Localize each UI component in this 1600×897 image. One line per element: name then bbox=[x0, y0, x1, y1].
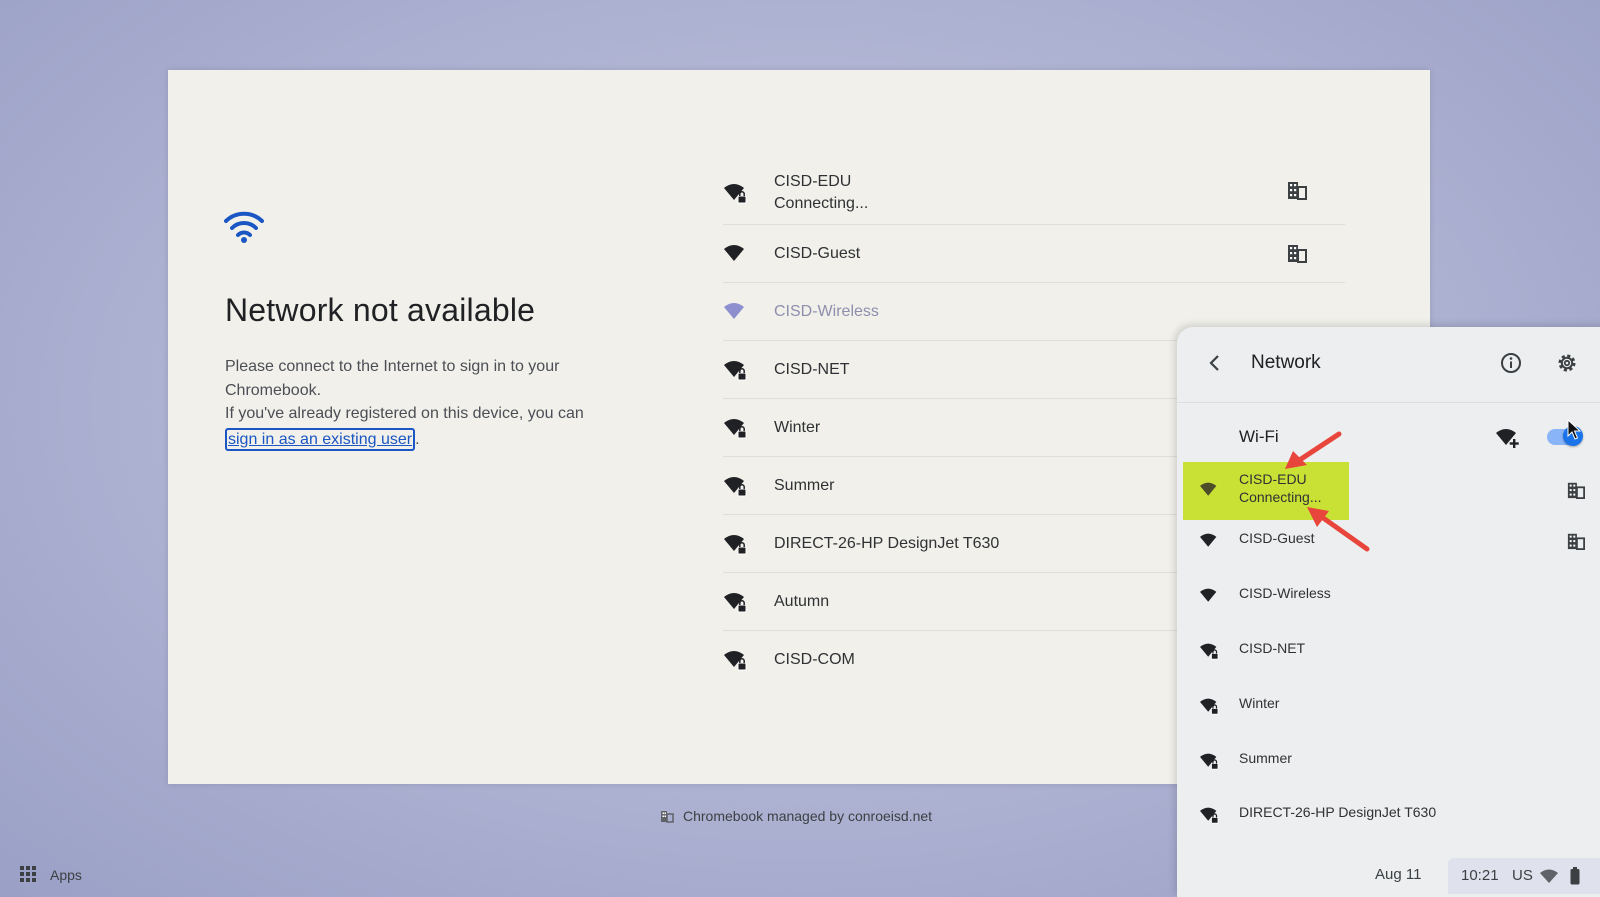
managed-text: Chromebook managed by conroeisd.net bbox=[683, 808, 933, 824]
wifi-signal-icon bbox=[724, 534, 747, 554]
gear-icon[interactable] bbox=[1555, 351, 1579, 375]
network-text: CISD-Guest bbox=[774, 245, 860, 263]
network-name: CISD-EDU bbox=[774, 173, 852, 190]
description-line-1: Please connect to the Internet to sign i… bbox=[225, 358, 560, 399]
panel-network-item[interactable]: CISD-EDU Connecting... bbox=[1177, 471, 1600, 527]
network-text: Summer bbox=[774, 477, 834, 495]
wifi-signal-icon bbox=[1200, 753, 1219, 770]
apps-grid-icon[interactable] bbox=[20, 866, 36, 882]
wifi-signal-icon bbox=[1200, 533, 1217, 547]
clock: 10:21 bbox=[1461, 867, 1499, 884]
network-item[interactable]: CISD-Guest bbox=[723, 225, 1345, 283]
network-name: CISD-Guest bbox=[774, 244, 861, 262]
building-icon bbox=[661, 811, 674, 823]
panel-network-item[interactable]: CISD-NET bbox=[1177, 640, 1600, 692]
panel-header: Network bbox=[1177, 327, 1600, 403]
enterprise-icon bbox=[1567, 533, 1585, 550]
network-text: Winter bbox=[774, 419, 820, 437]
network-name: CISD-Wireless bbox=[1239, 585, 1331, 601]
red-arrow-top bbox=[1285, 431, 1342, 469]
network-text: DIRECT-26-HP DesignJet T630 bbox=[774, 535, 999, 553]
enterprise-icon bbox=[1567, 482, 1585, 499]
enterprise-icon bbox=[1288, 245, 1307, 263]
wifi-signal-icon bbox=[1200, 643, 1219, 660]
sign-in-existing-user-link[interactable]: sign in as an existing user bbox=[225, 427, 416, 451]
apps-button[interactable]: Apps bbox=[50, 867, 82, 883]
network-text: CISD-Wireless bbox=[774, 303, 879, 321]
input-locale: US bbox=[1512, 867, 1533, 884]
network-name: CISD-NET bbox=[1239, 640, 1306, 656]
wifi-icon bbox=[224, 211, 264, 243]
network-text: Autumn bbox=[774, 593, 829, 611]
network-name: DIRECT-26-HP DesignJet T630 bbox=[774, 534, 1000, 552]
panel-network-item[interactable]: DIRECT-26-HP DesignJet T630 bbox=[1177, 804, 1600, 856]
network-name: Winter bbox=[1239, 695, 1280, 711]
back-arrow-icon[interactable] bbox=[1207, 353, 1223, 373]
panel-network-item[interactable]: CISD-Wireless bbox=[1177, 585, 1600, 637]
wifi-signal-icon bbox=[1200, 482, 1217, 496]
wifi-signal-icon bbox=[724, 184, 747, 204]
wifi-signal-icon bbox=[724, 418, 747, 438]
wifi-signal-icon bbox=[724, 476, 747, 496]
network-item[interactable]: CISD-EDU Connecting... bbox=[723, 162, 1345, 225]
wifi-signal-icon bbox=[724, 244, 744, 261]
network-status: Connecting... bbox=[774, 195, 869, 212]
enterprise-icon bbox=[1288, 182, 1307, 200]
wifi-signal-icon bbox=[1200, 807, 1219, 824]
wifi-signal-icon bbox=[724, 592, 747, 612]
description-line-2: If you've already registered on this dev… bbox=[225, 405, 584, 422]
network-name: Summer bbox=[1239, 750, 1292, 766]
network-quick-settings: Network Wi-Fi CISD-EDU Connecting... CISD-… bbox=[1177, 327, 1600, 897]
panel-network-item[interactable]: CISD-Guest bbox=[1177, 530, 1600, 582]
network-name: Autumn bbox=[774, 592, 830, 610]
wifi-label: Wi-Fi bbox=[1239, 427, 1279, 446]
wifi-signal-icon bbox=[724, 302, 744, 319]
network-name: CISD-COM bbox=[774, 650, 855, 668]
wifi-signal-icon bbox=[1200, 698, 1219, 715]
network-text: CISD-NET bbox=[774, 361, 850, 379]
panel-network-item[interactable]: Winter bbox=[1177, 695, 1600, 747]
wifi-signal-icon bbox=[724, 360, 747, 380]
add-network-icon[interactable] bbox=[1495, 427, 1521, 449]
managed-notice: Chromebook managed by conroeisd.net bbox=[660, 808, 932, 824]
description: Please connect to the Internet to sign i… bbox=[225, 355, 615, 451]
network-name: Summer bbox=[774, 476, 835, 494]
wifi-signal-icon bbox=[1200, 588, 1217, 602]
network-name: DIRECT-26-HP DesignJet T630 bbox=[1239, 804, 1437, 820]
wifi-signal-icon bbox=[724, 650, 747, 670]
network-text: CISD-EDU Connecting... bbox=[774, 173, 868, 213]
panel-network-item[interactable]: Summer bbox=[1177, 750, 1600, 802]
battery-icon bbox=[1570, 867, 1580, 885]
network-name: Winter bbox=[774, 418, 821, 436]
red-arrow-bottom bbox=[1307, 507, 1370, 552]
info-icon[interactable] bbox=[1499, 351, 1523, 375]
page-title: Network not available bbox=[225, 292, 536, 328]
date-display[interactable]: Aug 11 bbox=[1375, 866, 1421, 883]
shelf: Apps Aug 11 10:21 US bbox=[0, 855, 1600, 897]
mouse-cursor-icon bbox=[1567, 419, 1581, 440]
network-text: CISD-COM bbox=[774, 651, 855, 669]
network-name: CISD-NET bbox=[774, 360, 850, 378]
status-tray[interactable]: 10:21 US bbox=[1448, 858, 1600, 894]
wifi-status-icon bbox=[1540, 869, 1558, 883]
link-suffix: . bbox=[415, 430, 420, 448]
panel-title: Network bbox=[1251, 352, 1321, 373]
link-row: sign in as an existing user. bbox=[225, 426, 615, 452]
network-name: CISD-Wireless bbox=[774, 302, 879, 320]
